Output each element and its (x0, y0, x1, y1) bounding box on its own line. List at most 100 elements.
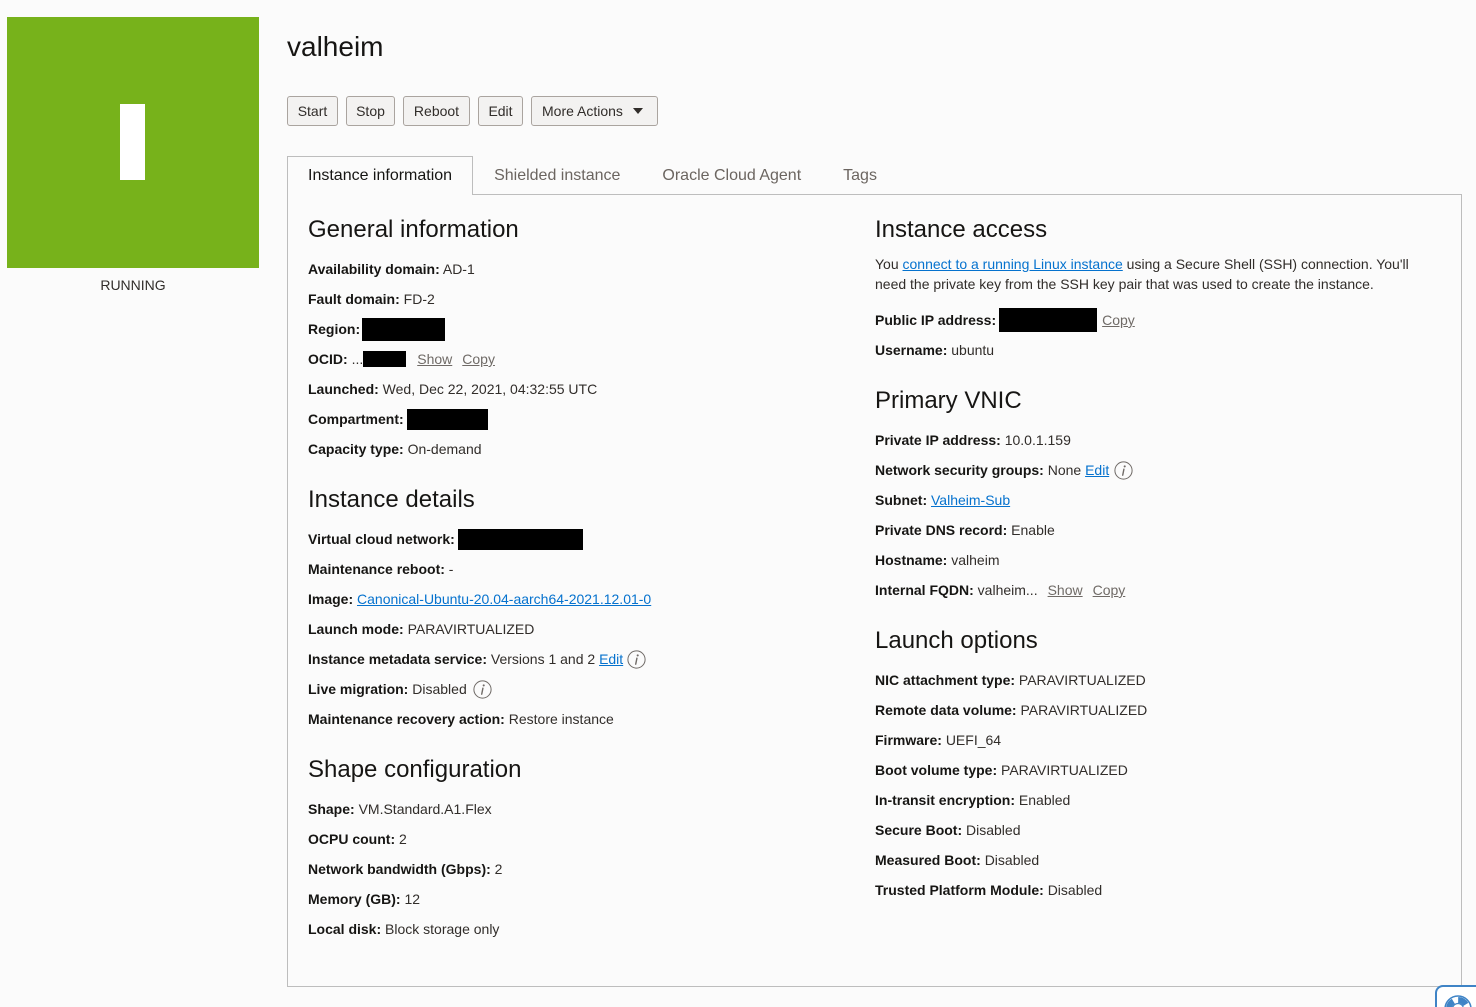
subnet-link[interactable]: Valheim-Sub (931, 492, 1010, 508)
intro-line1-rest: using a Secure Shell (SSH) connection. Y… (1126, 256, 1409, 272)
network-security-groups-row: Network security groups: None Edit (875, 455, 1445, 485)
ocid-row: OCID: ... Show Copy (308, 344, 848, 374)
instance-access-heading: Instance access (875, 216, 1048, 243)
ocpu-count-label: OCPU count: (308, 831, 396, 847)
launched-value: Wed, Dec 22, 2021, 04:32:55 UTC (382, 381, 598, 397)
tab-oracle-cloud-agent[interactable]: Oracle Cloud Agent (641, 156, 822, 195)
region-row: Region: (308, 314, 848, 344)
compartment-label: Compartment: (308, 411, 404, 427)
info-icon[interactable] (473, 680, 492, 699)
in-transit-encryption-value: Enabled (1018, 792, 1071, 808)
live-migration-row: Live migration: Disabled (308, 674, 848, 704)
measured-boot-value: Disabled (984, 852, 1040, 868)
primary-vnic-section: Primary VNIC Private IP address: 10.0.1.… (875, 385, 1445, 605)
maintenance-reboot-value: - (448, 561, 454, 577)
network-bandwidth-label: Network bandwidth (Gbps): (308, 861, 491, 877)
general-information-section: General information Availability domain:… (308, 214, 848, 464)
firmware-label: Firmware: (875, 732, 942, 748)
instance-metadata-service-edit-link[interactable]: Edit (599, 651, 623, 667)
trusted-platform-module-value: Disabled (1047, 882, 1103, 898)
maintenance-recovery-action-row: Maintenance recovery action: Restore ins… (308, 704, 848, 734)
page-title: valheim (287, 31, 384, 62)
memory-value: 12 (404, 891, 421, 907)
image-label: Image: (308, 591, 354, 607)
instance-metadata-service-row: Instance metadata service: Versions 1 an… (308, 644, 848, 674)
private-ip-row: Private IP address: 10.0.1.159 (875, 425, 1445, 455)
tab-shielded-instance[interactable]: Shielded instance (473, 156, 641, 195)
connect-linux-instance-link[interactable]: connect to a running Linux instance (903, 256, 1123, 272)
action-bar: Start Stop Reboot Edit More Actions (287, 96, 658, 126)
ocid-copy-link[interactable]: Copy (462, 351, 495, 367)
local-disk-row: Local disk: Block storage only (308, 914, 848, 944)
intro-prefix: You (875, 256, 899, 272)
hostname-value: valheim (951, 552, 1000, 568)
network-security-groups-value: None (1047, 462, 1082, 478)
internal-fqdn-show-link[interactable]: Show (1048, 582, 1083, 598)
capacity-type-row: Capacity type: On-demand (308, 434, 848, 464)
launched-label: Launched: (308, 381, 379, 397)
virtual-cloud-network-redacted (457, 528, 583, 550)
shape-row: Shape: VM.Standard.A1.Flex (308, 794, 848, 824)
tab-instance-information[interactable]: Instance information (287, 156, 474, 195)
secure-boot-label: Secure Boot: (875, 822, 963, 838)
shape-configuration-heading: Shape configuration (308, 756, 522, 783)
hostname-row: Hostname: valheim (875, 545, 1445, 575)
info-icon[interactable] (1114, 461, 1133, 480)
subnet-row: Subnet: Valheim-Sub (875, 485, 1445, 515)
launched-row: Launched: Wed, Dec 22, 2021, 04:32:55 UT… (308, 374, 848, 404)
more-actions-button[interactable]: More Actions (531, 96, 658, 126)
instance-metadata-service-value: Versions 1 and 2 (490, 651, 596, 667)
fault-domain-label: Fault domain: (308, 291, 400, 307)
boot-volume-type-label: Boot volume type: (875, 762, 998, 778)
ocpu-count-row: OCPU count: 2 (308, 824, 848, 854)
virtual-cloud-network-row: Virtual cloud network: (308, 524, 848, 554)
help-button[interactable] (1435, 985, 1476, 1007)
instance-status-label: RUNNING (100, 277, 166, 293)
internal-fqdn-copy-link[interactable]: Copy (1093, 582, 1126, 598)
launch-options-section: Launch options NIC attachment type: PARA… (875, 625, 1445, 905)
instance-metadata-service-label: Instance metadata service: (308, 651, 487, 667)
image-link[interactable]: Canonical-Ubuntu-20.04-aarch64-2021.12.0… (357, 591, 651, 607)
internal-fqdn-value: valheim... (977, 582, 1038, 598)
ocid-value: ... (351, 351, 364, 367)
memory-label: Memory (GB): (308, 891, 401, 907)
stop-button[interactable]: Stop (346, 96, 395, 126)
network-security-groups-label: Network security groups: (875, 462, 1044, 478)
ocid-show-link[interactable]: Show (417, 351, 452, 367)
firmware-value: UEFI_64 (945, 732, 1002, 748)
secure-boot-value: Disabled (966, 822, 1021, 838)
subnet-label: Subnet: (875, 492, 928, 508)
shape-label: Shape: (308, 801, 355, 817)
tab-tags[interactable]: Tags (822, 156, 898, 195)
trusted-platform-module-label: Trusted Platform Module: (875, 882, 1044, 898)
internal-fqdn-row: Internal FQDN: valheim... Show Copy (875, 575, 1445, 605)
region-redacted (362, 317, 446, 341)
username-row: Username: ubuntu (875, 335, 1445, 365)
instance-glyph-icon (120, 104, 145, 180)
instance-access-intro: You connect to a running Linux instance … (875, 254, 1445, 294)
caret-down-icon (632, 108, 643, 114)
trusted-platform-module-row: Trusted Platform Module: Disabled (875, 875, 1445, 905)
reboot-button[interactable]: Reboot (403, 96, 470, 126)
virtual-cloud-network-label: Virtual cloud network: (308, 531, 455, 547)
ocid-redacted (363, 351, 407, 368)
more-actions-label: More Actions (542, 103, 623, 119)
private-ip-value: 10.0.1.159 (1004, 432, 1071, 448)
edit-button[interactable]: Edit (478, 96, 523, 126)
launch-mode-label: Launch mode: (308, 621, 404, 637)
maintenance-reboot-row: Maintenance reboot: - (308, 554, 848, 584)
public-ip-copy-link[interactable]: Copy (1102, 312, 1135, 328)
compartment-row: Compartment: (308, 404, 848, 434)
availability-domain-value: AD-1 (442, 261, 475, 277)
availability-domain-row: Availability domain: AD-1 (308, 254, 848, 284)
instance-details-section: Instance details Virtual cloud network: … (308, 484, 848, 734)
public-ip-label: Public IP address: (875, 312, 997, 328)
network-security-groups-edit-link[interactable]: Edit (1085, 462, 1109, 478)
username-value: ubuntu (951, 342, 995, 358)
compartment-redacted (406, 408, 488, 430)
start-button[interactable]: Start (287, 96, 338, 126)
image-row: Image: Canonical-Ubuntu-20.04-aarch64-20… (308, 584, 848, 614)
right-column: Instance access You connect to a running… (875, 214, 1445, 905)
info-icon[interactable] (627, 650, 646, 669)
ocpu-count-value: 2 (399, 831, 407, 847)
